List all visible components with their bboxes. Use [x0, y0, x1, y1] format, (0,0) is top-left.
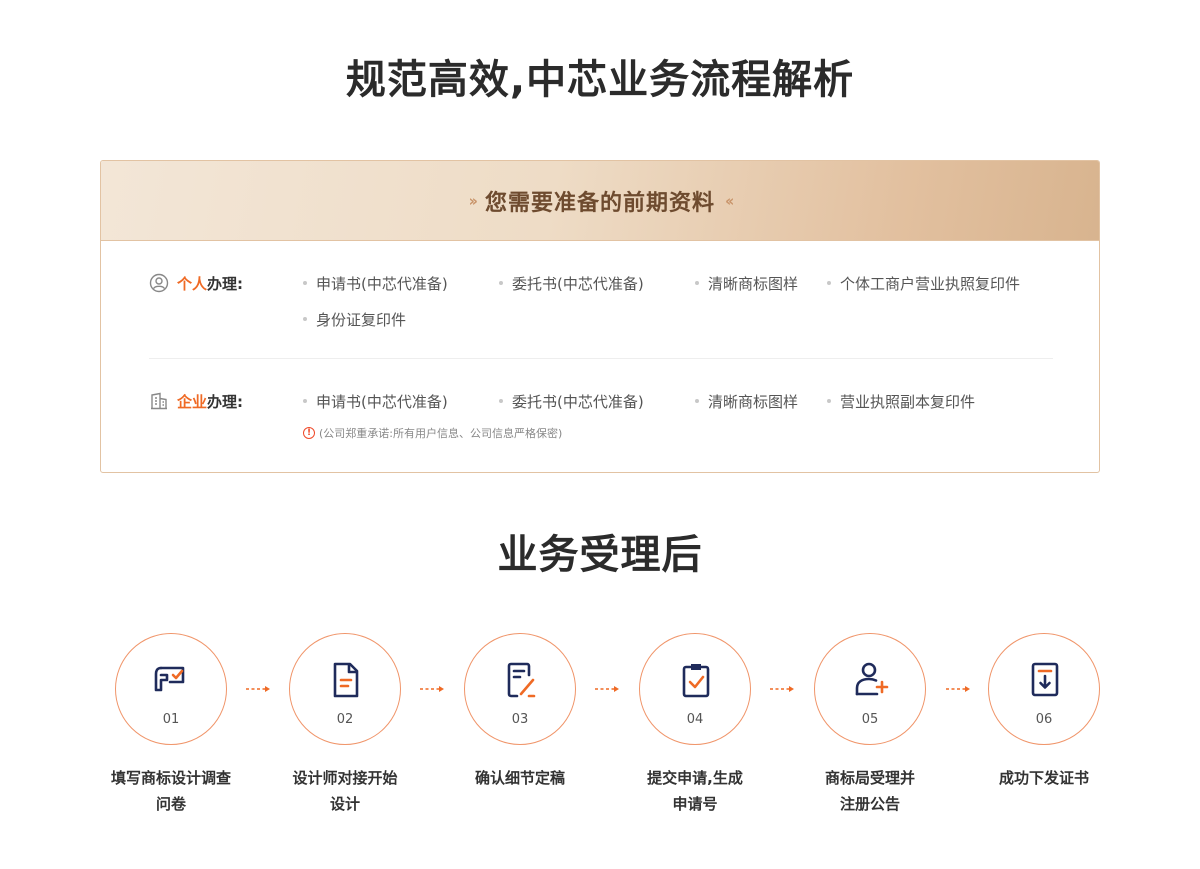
double-chevron-left-icon: ‹‹: [725, 191, 735, 210]
list-item: 委托书(中芯代准备): [499, 387, 644, 415]
preparation-card: ›› 您需要准备的前期资料 ‹‹ 个人 办理: 申请书(中芯代准备) 委托书(中芯…: [100, 160, 1100, 473]
list-item: 申请书(中芯代准备): [303, 387, 448, 415]
arrow-right-icon: [946, 686, 970, 692]
step-circle: 01: [115, 633, 227, 745]
step-circle: 05: [814, 633, 926, 745]
list-item: 清晰商标图样: [695, 269, 798, 297]
preparation-title: 您需要准备的前期资料: [484, 190, 715, 216]
step-number: 03: [511, 712, 529, 727]
step-label-line: 注册公告: [839, 795, 900, 813]
step-number: 06: [1035, 712, 1053, 727]
step-label-line: 提交申请,生成: [647, 769, 743, 787]
step-label: 设计师对接开始 设计: [255, 765, 435, 817]
step-label-line: 商标局受理并: [824, 769, 915, 787]
list-item: 清晰商标图样: [695, 387, 798, 415]
list-item: 委托书(中芯代准备): [499, 269, 644, 297]
list-item: 营业执照副本复印件: [827, 387, 975, 415]
step-label-line: 问卷: [155, 795, 186, 813]
warning-icon: !: [303, 427, 315, 439]
survey-icon: [154, 666, 185, 692]
arrow-right-icon: [420, 686, 444, 692]
step-label: 成功下发证书: [954, 765, 1134, 791]
privacy-note: ! (公司郑重承诺:所有用户信息、公司信息严格保密): [303, 425, 562, 441]
step-label: 填写商标设计调查 问卷: [81, 765, 261, 817]
page-title: 规范高效,中芯业务流程解析: [345, 57, 855, 103]
double-chevron-right-icon: ››: [468, 191, 479, 210]
step-circle: 04: [639, 633, 751, 745]
step-label: 确认细节定稿: [430, 765, 610, 791]
preparation-header: ›› 您需要准备的前期资料 ‹‹: [101, 161, 1099, 241]
list-item: 身份证复印件: [303, 305, 406, 333]
step-label-line: 申请号: [672, 795, 718, 813]
personal-label: 个人 办理:: [149, 269, 243, 297]
step-number: 04: [686, 712, 704, 727]
step-circle: 02: [289, 633, 401, 745]
arrow-right-icon: [770, 686, 794, 692]
list-item: 个体工商户营业执照复印件: [827, 269, 1020, 297]
step-label-line: 填写商标设计调查: [110, 769, 231, 787]
company-label-rest: 办理:: [207, 392, 244, 411]
list-item: 申请书(中芯代准备): [303, 269, 448, 297]
step-label-line: 确认细节定稿: [474, 769, 565, 787]
step-circle: 06: [988, 633, 1100, 745]
document-icon: [333, 662, 359, 698]
arrow-right-icon: [246, 686, 270, 692]
clipboard-check-icon: [682, 664, 710, 698]
personal-label-rest: 办理:: [207, 274, 244, 293]
step-label-line: 成功下发证书: [998, 769, 1089, 787]
step-label-line: 设计: [329, 795, 360, 813]
user-circle-icon: [149, 273, 169, 293]
step-number: 05: [861, 712, 879, 727]
company-label-highlight: 企业: [177, 392, 208, 411]
certificate-download-icon: [1031, 662, 1059, 697]
step-label: 提交申请,生成 申请号: [605, 765, 785, 817]
edit-document-icon: [507, 662, 536, 698]
arrow-right-icon: [595, 686, 619, 692]
building-icon: [149, 391, 169, 411]
personal-label-highlight: 个人: [177, 274, 208, 293]
step-label-line: 设计师对接开始: [292, 769, 398, 787]
privacy-note-text: (公司郑重承诺:所有用户信息、公司信息严格保密): [319, 427, 563, 440]
step-number: 01: [162, 712, 180, 727]
step-label: 商标局受理并 注册公告: [780, 765, 960, 817]
section-title: 业务受理后: [497, 532, 703, 578]
step-circle: 03: [464, 633, 576, 745]
divider: [149, 358, 1053, 359]
add-user-icon: [855, 662, 889, 696]
step-number: 02: [336, 712, 354, 727]
company-label: 企业 办理:: [149, 387, 243, 415]
